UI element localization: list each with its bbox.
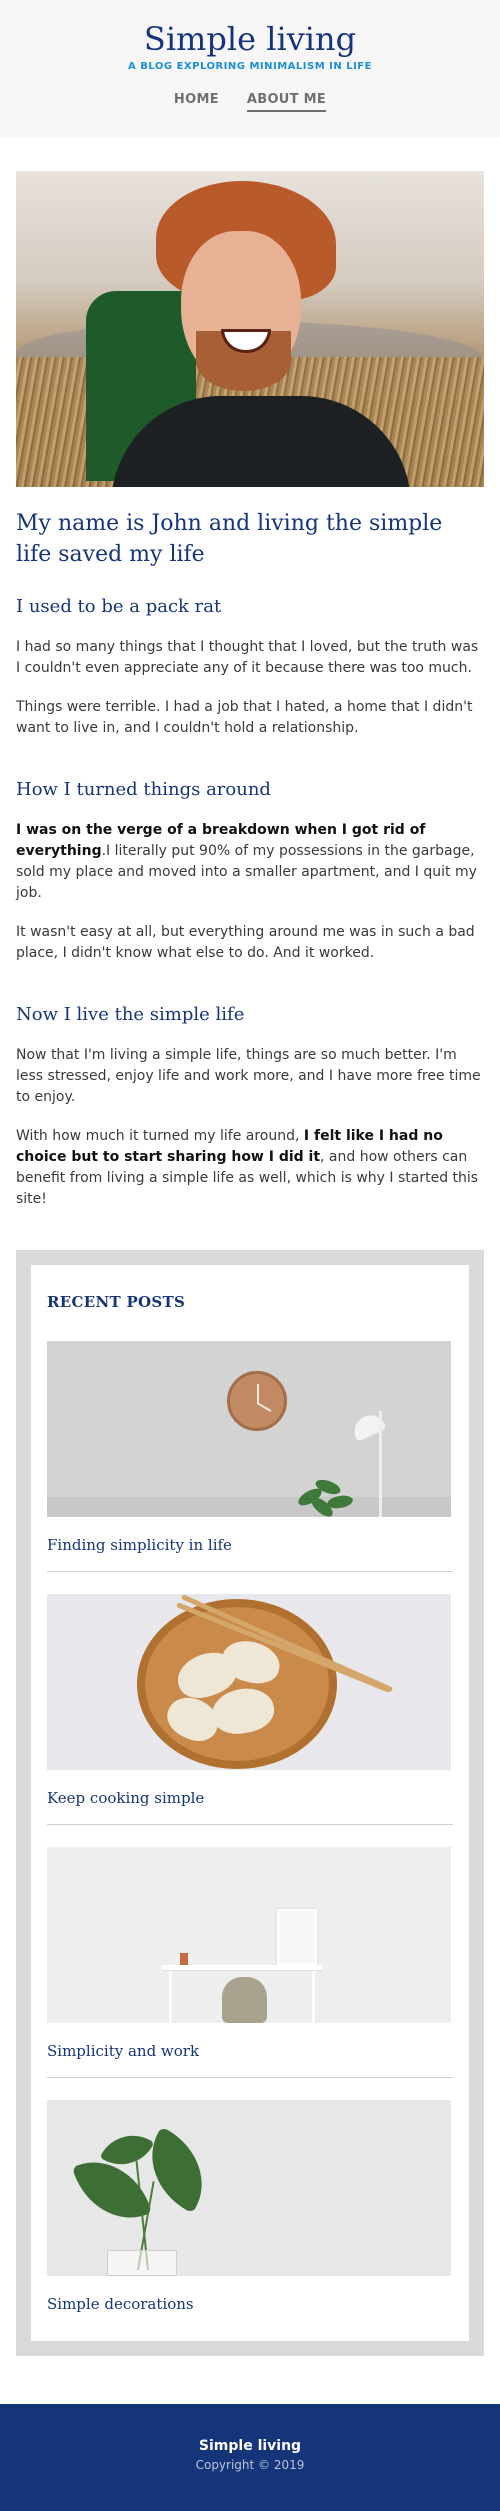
footer-title: Simple living <box>198 2438 302 2454</box>
post-card: Keep cooking simple <box>47 1594 453 1825</box>
clock-icon <box>227 1371 287 1431</box>
hero-image-smiling-man <box>16 171 484 487</box>
paragraph: Things were terrible. I had a job that I… <box>16 699 473 736</box>
section-heading-pack-rat: I used to be a pack rat <box>16 596 222 617</box>
recent-posts-panel: RECENT POSTS Finding simplicity in life <box>31 1265 469 2341</box>
paragraph: It wasn't easy at all, but everything ar… <box>16 924 475 961</box>
nav-about-me-link[interactable]: ABOUT ME <box>246 92 327 112</box>
site-header: Simple living A BLOG EXPLORING MINIMALIS… <box>0 0 500 137</box>
paragraph: I was on the verge of a breakdown when I… <box>16 820 484 904</box>
recent-posts-widget: RECENT POSTS Finding simplicity in life <box>16 1250 484 2356</box>
main-nav: HOME ABOUT ME <box>0 92 500 112</box>
post-thumbnail-desk[interactable] <box>47 1847 451 2023</box>
post-card: Simplicity and work <box>47 1847 453 2078</box>
post-card: Finding simplicity in life <box>47 1341 453 1572</box>
article: My name is John and living the simple li… <box>0 137 500 1210</box>
post-link[interactable]: Keep cooking simple <box>47 1789 453 1825</box>
post-link[interactable]: Simplicity and work <box>47 2042 453 2078</box>
post-card: Simple decorations <box>47 2100 453 2313</box>
post-thumbnail-dumplings[interactable] <box>47 1594 451 1770</box>
recent-posts-title: RECENT POSTS <box>47 1293 186 1311</box>
post-link[interactable]: Finding simplicity in life <box>47 1536 453 1572</box>
post-link[interactable]: Simple decorations <box>47 2295 453 2313</box>
post-thumbnail-plant[interactable] <box>47 2100 451 2276</box>
paragraph: Now that I'm living a simple life, thing… <box>16 1047 481 1105</box>
paragraph: I had so many things that I thought that… <box>16 639 479 676</box>
post-thumbnail-clock[interactable] <box>47 1341 451 1517</box>
footer-copyright: Copyright © 2019 <box>195 2458 305 2472</box>
paragraph-text: With how much it turned my life around, <box>16 1128 304 1144</box>
section-heading-simple-life: Now I live the simple life <box>16 1004 245 1025</box>
nav-home-link[interactable]: HOME <box>174 92 219 112</box>
site-title[interactable]: Simple living <box>0 20 500 58</box>
site-footer: Simple living Copyright © 2019 <box>0 2404 500 2511</box>
section-heading-turned-around: How I turned things around <box>16 779 271 800</box>
post-title: My name is John and living the simple li… <box>16 511 443 567</box>
paragraph: With how much it turned my life around, … <box>16 1126 484 1210</box>
site-subtitle: A BLOG EXPLORING MINIMALISM IN LIFE <box>128 61 372 72</box>
